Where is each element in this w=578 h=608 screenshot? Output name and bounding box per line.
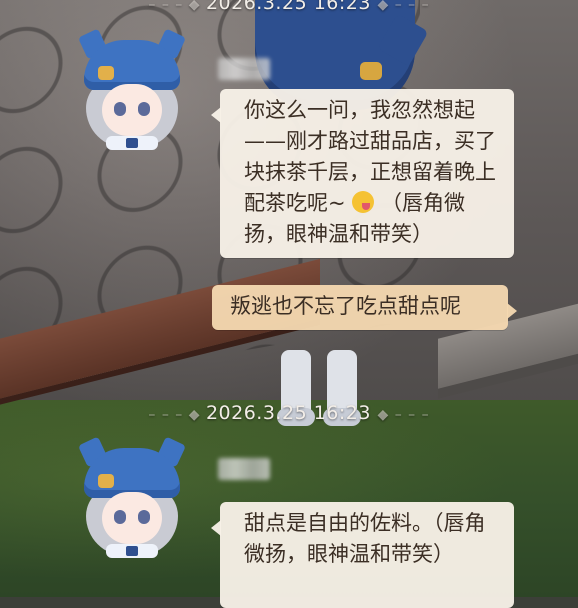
cat-badge-icon bbox=[98, 66, 114, 80]
player-message-bubble[interactable]: 叛逃也不忘了吃点甜点呢 bbox=[212, 285, 517, 330]
message-text: 甜点是自由的佐料。（唇角微扬，眼神温和带笑） bbox=[244, 511, 486, 566]
cat-badge-icon bbox=[360, 62, 382, 80]
blurred-name-placeholder bbox=[218, 58, 270, 80]
timestamp-2: – – – ◆ 2026.3.25 16:23 ◆ – – – bbox=[0, 402, 578, 424]
yum-face-emoji-icon bbox=[352, 191, 375, 213]
timestamp-text: 2026.3.25 16:23 bbox=[205, 402, 371, 424]
npc-message-bubble[interactable]: 甜点是自由的佐料。（唇角微扬，眼神温和带笑） bbox=[211, 502, 514, 608]
cat-badge-icon bbox=[98, 474, 114, 488]
blurred-name-placeholder bbox=[218, 458, 270, 480]
diamond-dash-decor-icon: – – – ◆ bbox=[148, 407, 206, 423]
timestamp-text: 2026.3.25 16:23 bbox=[205, 0, 371, 14]
npc-message-bubble[interactable]: 你这么一问，我忽然想起——刚才路过甜品店，买了块抹茶千层，正想留着晚上配茶吃呢~… bbox=[211, 89, 514, 258]
diamond-dash-decor-icon: ◆ – – – bbox=[377, 407, 430, 423]
timestamp-1: – – – ◆ 2026.3.25 16:23 ◆ – – – bbox=[0, 0, 578, 14]
message-text: 叛逃也不忘了吃点甜点呢 bbox=[230, 294, 461, 318]
npc-avatar[interactable] bbox=[76, 28, 188, 152]
diamond-dash-decor-icon: – – – ◆ bbox=[148, 0, 206, 13]
npc-avatar[interactable] bbox=[76, 436, 188, 560]
diamond-dash-decor-icon: ◆ – – – bbox=[377, 0, 430, 13]
